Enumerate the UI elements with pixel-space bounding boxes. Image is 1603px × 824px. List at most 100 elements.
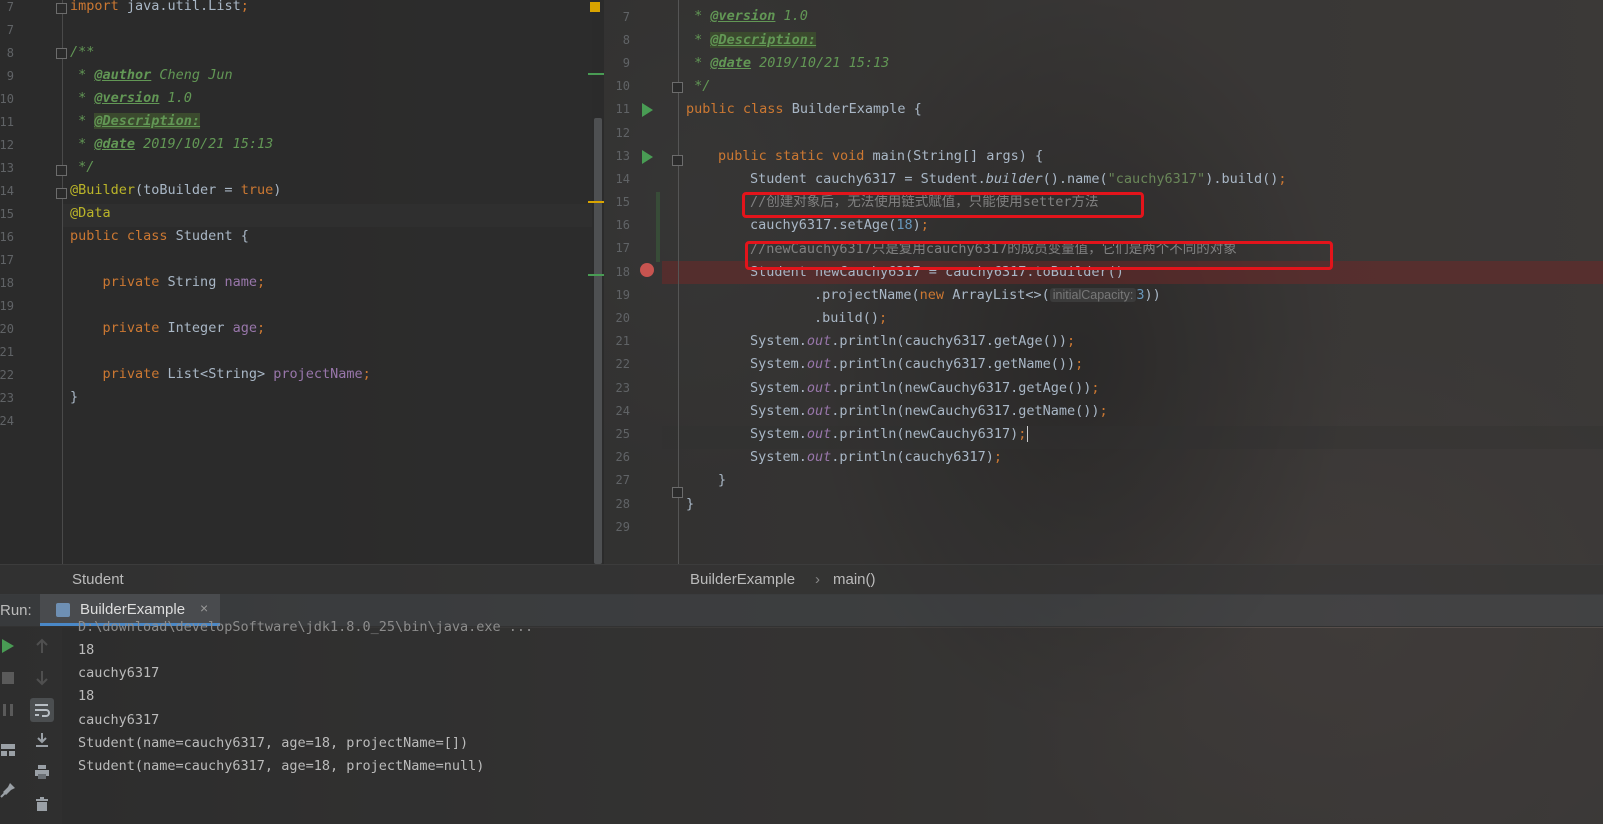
line-number: 14 xyxy=(615,172,630,186)
code-line: * @version 1.0 xyxy=(70,90,192,106)
line-number: 20 xyxy=(615,311,630,325)
left-scrollbar-thumb[interactable] xyxy=(594,118,602,564)
run-main-icon[interactable] xyxy=(642,150,653,164)
code-line: } xyxy=(718,472,727,488)
line-number: 15 xyxy=(615,195,630,209)
arrow-down-icon[interactable] xyxy=(30,666,54,690)
run-label: Run: xyxy=(0,602,32,619)
console-line: cauchy6317 xyxy=(78,712,160,728)
code-line: } xyxy=(70,389,79,405)
line-number: 24 xyxy=(0,414,14,428)
change-marker[interactable] xyxy=(588,274,604,276)
stop-icon[interactable] xyxy=(0,666,20,690)
line-number: 13 xyxy=(615,149,630,163)
breadcrumb-class[interactable]: BuilderExample xyxy=(690,571,795,588)
code-line: System.out.println(newCauchy6317.getAge(… xyxy=(750,380,1100,396)
play-icon[interactable] xyxy=(0,634,20,658)
highlight-box xyxy=(745,241,1333,270)
code-line: System.out.println(cauchy6317.getName())… xyxy=(750,356,1084,372)
line-number: 20 xyxy=(0,322,14,336)
line-number: 19 xyxy=(0,299,14,313)
print-icon[interactable] xyxy=(30,760,54,784)
fold-icon[interactable] xyxy=(672,487,683,498)
line-number: 8 xyxy=(6,46,14,60)
fold-icon[interactable] xyxy=(672,155,683,166)
parameter-hint: initialCapacity: xyxy=(1049,288,1137,302)
code-line: */ xyxy=(70,159,95,175)
code-line: private List<String> projectName; xyxy=(102,366,371,382)
console-line: Student(name=cauchy6317, age=18, project… xyxy=(78,735,469,751)
line-number: 22 xyxy=(0,368,14,382)
breadcrumb-student[interactable]: Student xyxy=(72,571,124,588)
line-number: 29 xyxy=(615,520,630,534)
scroll-to-end-icon[interactable] xyxy=(30,728,54,752)
line-number: 9 xyxy=(622,56,630,70)
code-line: Student cauchy6317 = Student.builder().n… xyxy=(750,171,1287,187)
line-number: 21 xyxy=(0,345,14,359)
code-line: System.out.println(newCauchy6317); xyxy=(750,426,1029,442)
run-toolbar-left xyxy=(0,628,30,824)
pause-icon[interactable] xyxy=(0,698,20,722)
run-config-icon xyxy=(56,603,70,617)
console-line: 18 xyxy=(78,688,95,704)
code-line: .build(); xyxy=(814,310,888,326)
breadcrumb-method[interactable]: main() xyxy=(833,571,876,588)
soft-wrap-icon[interactable] xyxy=(30,698,54,722)
fold-icon[interactable] xyxy=(56,188,67,199)
left-gutter: 7 7 8 9 10 11 12 13 14 15 16 17 18 19 20… xyxy=(0,0,63,564)
code-line: public class Student { xyxy=(70,228,249,244)
close-icon[interactable]: × xyxy=(200,600,208,616)
code-line: * @author Cheng Jun xyxy=(70,67,233,83)
code-line: * @Description: xyxy=(70,113,201,129)
code-line: @Data xyxy=(70,205,111,221)
line-number: 11 xyxy=(615,102,630,116)
line-number: 11 xyxy=(0,115,14,129)
code-line: * @date 2019/10/21 15:13 xyxy=(686,55,890,71)
highlight-box xyxy=(742,192,1144,218)
fold-icon[interactable] xyxy=(56,165,67,176)
line-number: 15 xyxy=(0,207,14,221)
line-number: 23 xyxy=(615,381,630,395)
code-line: /** xyxy=(70,44,95,60)
line-number: 24 xyxy=(615,404,630,418)
line-number: 13 xyxy=(0,161,14,175)
code-line: .projectName(new ArrayList<>(initialCapa… xyxy=(814,287,1161,303)
code-line: */ xyxy=(686,78,711,94)
right-gutter: 7 8 9 10 11 12 13 14 15 16 17 18 19 20 2… xyxy=(604,0,679,564)
breakpoint-icon[interactable] xyxy=(640,263,654,277)
line-number: 18 xyxy=(0,276,14,290)
line-number: 18 xyxy=(615,265,630,279)
line-number: 26 xyxy=(615,450,630,464)
pin-icon[interactable] xyxy=(0,778,20,802)
fold-icon[interactable] xyxy=(672,82,683,93)
layout-icon[interactable] xyxy=(0,738,20,762)
line-number: 21 xyxy=(615,334,630,348)
warning-marker[interactable] xyxy=(590,2,600,12)
warning-marker[interactable] xyxy=(588,201,604,203)
breadcrumb-bar: Student BuilderExample › main() xyxy=(0,564,1603,595)
line-number: 10 xyxy=(615,79,630,93)
line-number: 7 xyxy=(6,0,14,14)
line-number: 10 xyxy=(0,92,14,106)
change-marker xyxy=(656,192,660,262)
console-output[interactable]: D:\download\developSoftware\jdk1.8.0_25\… xyxy=(62,619,1603,824)
console-line: cauchy6317 xyxy=(78,665,160,681)
fold-icon[interactable] xyxy=(56,48,67,59)
code-line: System.out.println(newCauchy6317.getName… xyxy=(750,403,1108,419)
line-number: 14 xyxy=(0,184,14,198)
code-line: System.out.println(cauchy6317); xyxy=(750,449,1002,465)
line-number: 23 xyxy=(0,391,14,405)
text-caret xyxy=(1027,426,1029,442)
code-line: System.out.println(cauchy6317.getAge()); xyxy=(750,333,1076,349)
code-line: public static void main(String[] args) { xyxy=(718,148,1044,164)
line-number: 16 xyxy=(615,218,630,232)
line-number: 16 xyxy=(0,230,14,244)
run-class-icon[interactable] xyxy=(642,103,653,117)
fold-icon[interactable] xyxy=(56,3,67,14)
run-toolbar-right xyxy=(30,628,60,824)
change-marker[interactable] xyxy=(588,73,604,75)
arrow-up-icon[interactable] xyxy=(30,634,54,658)
current-line-highlight xyxy=(62,204,592,227)
line-number: 25 xyxy=(615,427,630,441)
trash-icon[interactable] xyxy=(30,792,54,816)
